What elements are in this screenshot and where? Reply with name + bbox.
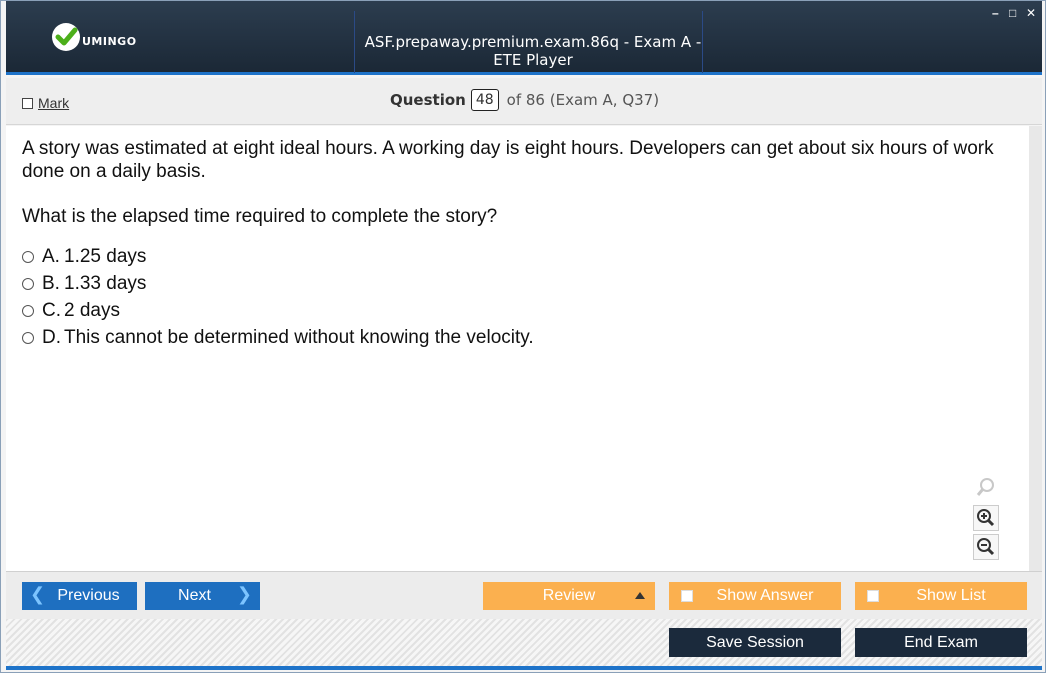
option-text: 1.25 days <box>64 245 147 267</box>
option-letter: A. <box>42 245 60 267</box>
scrollbar[interactable] <box>1029 126 1042 571</box>
question-content: A story was estimated at eight ideal hou… <box>6 126 1029 571</box>
question-prompt: What is the elapsed time required to com… <box>22 206 498 227</box>
title-bar: UMINGO ASF.prepaway.premium.exam.86q - E… <box>6 1 1042 75</box>
show-list-button[interactable]: Show List <box>855 582 1027 610</box>
option-c[interactable]: C. 2 days <box>22 297 534 324</box>
option-a[interactable]: A. 1.25 days <box>22 243 534 270</box>
question-counter: Question 48 of 86 (Exam A, Q37) <box>390 89 659 111</box>
end-exam-button[interactable]: End Exam <box>855 628 1027 657</box>
radio-icon[interactable] <box>22 277 34 290</box>
option-text: This cannot be determined without knowin… <box>64 326 534 348</box>
question-text: A story was estimated at eight ideal hou… <box>22 138 994 182</box>
review-button[interactable]: Review <box>483 582 655 610</box>
show-answer-button[interactable]: Show Answer <box>669 582 841 610</box>
question-number-input[interactable]: 48 <box>470 89 499 111</box>
minimize-button[interactable]: – <box>992 6 999 20</box>
answer-options: A. 1.25 days B. 1.33 days C. 2 days D. T… <box>22 243 534 351</box>
checkbox-icon[interactable] <box>22 97 33 109</box>
close-button[interactable]: ✕ <box>1026 6 1036 20</box>
bottom-accent-line <box>6 666 1042 670</box>
zoom-in-icon[interactable] <box>973 505 999 531</box>
checkmark-logo-icon <box>52 23 80 51</box>
save-session-label: Save Session <box>706 633 804 651</box>
maximize-button[interactable]: □ <box>1009 6 1016 20</box>
chevron-left-icon: ❮ <box>30 584 46 604</box>
radio-icon[interactable] <box>22 331 34 344</box>
option-d[interactable]: D. This cannot be determined without kno… <box>22 324 534 351</box>
app-logo: UMINGO <box>52 23 137 51</box>
mark-checkbox[interactable]: Mark <box>22 95 69 111</box>
title-divider <box>702 11 703 73</box>
next-label: Next <box>178 587 211 604</box>
option-b[interactable]: B. 1.33 days <box>22 270 534 297</box>
question-header: Mark Question 48 of 86 (Exam A, Q37) <box>6 78 1042 125</box>
navigation-bar: ❮ Previous Next ❯ Review Show Answer Sho… <box>6 571 1042 619</box>
zoom-out-icon[interactable] <box>973 534 999 560</box>
option-letter: C. <box>42 299 61 321</box>
title-divider <box>354 11 355 73</box>
question-total: of 86 (Exam A, Q37) <box>506 91 660 109</box>
triangle-up-icon <box>635 592 645 599</box>
question-label: Question <box>390 91 466 109</box>
checkbox-icon[interactable] <box>681 590 693 602</box>
option-text: 1.33 days <box>64 272 147 294</box>
save-session-button[interactable]: Save Session <box>669 628 841 657</box>
option-text: 2 days <box>64 299 120 321</box>
next-button[interactable]: Next ❯ <box>145 582 260 610</box>
previous-label: Previous <box>57 587 120 604</box>
show-answer-label: Show Answer <box>716 587 814 604</box>
app-window: UMINGO ASF.prepaway.premium.exam.86q - E… <box>0 0 1046 673</box>
checkbox-icon[interactable] <box>867 590 879 602</box>
logo-text: UMINGO <box>82 34 137 48</box>
radio-icon[interactable] <box>22 250 34 263</box>
review-label: Review <box>542 587 596 604</box>
previous-button[interactable]: ❮ Previous <box>22 582 137 610</box>
option-letter: B. <box>42 272 60 294</box>
mark-label[interactable]: Mark <box>38 95 69 111</box>
footer-area: Save Session End Exam <box>6 619 1042 666</box>
window-title: ASF.prepaway.premium.exam.86q - Exam A -… <box>364 33 702 69</box>
end-exam-label: End Exam <box>904 633 978 651</box>
show-list-label: Show List <box>916 587 986 604</box>
chevron-right-icon: ❯ <box>236 584 252 604</box>
radio-icon[interactable] <box>22 304 34 317</box>
zoom-fit-icon[interactable] <box>973 474 999 500</box>
option-letter: D. <box>42 326 61 348</box>
